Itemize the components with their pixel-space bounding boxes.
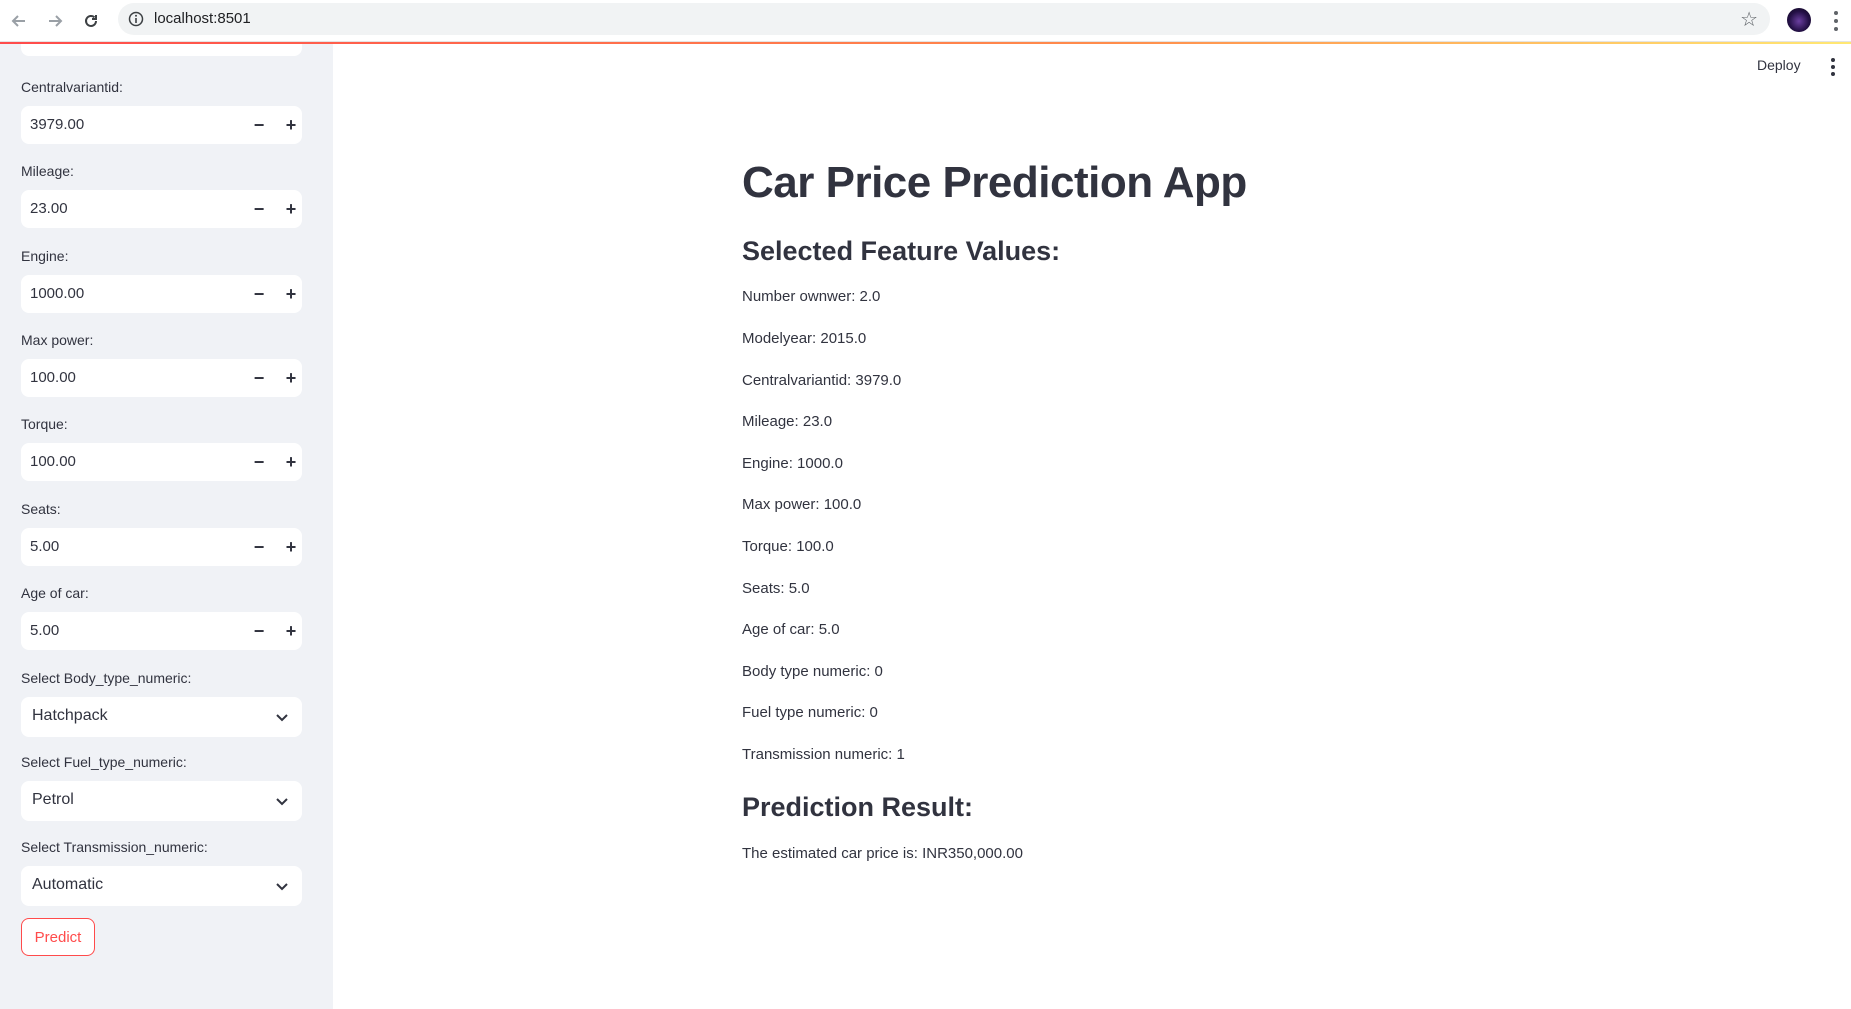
field-label: Select Fuel_type_numeric: [21, 754, 187, 770]
body-type-field: Select Body_type_numeric: Hatchpack [21, 667, 302, 737]
increment-button[interactable]: + [275, 190, 307, 228]
engine-field: Engine: 1000.00 − + [21, 245, 302, 313]
increment-button[interactable]: + [275, 106, 307, 144]
body-type-select[interactable]: Hatchpack [21, 697, 302, 737]
increment-button[interactable]: + [275, 443, 307, 481]
feature-value: Mileage: 23.0 [742, 413, 833, 430]
increment-button[interactable]: + [275, 275, 307, 313]
bookmark-star-icon[interactable]: ☆ [1740, 7, 1758, 32]
feature-value: Max power: 100.0 [742, 496, 862, 513]
input-value[interactable]: 5.00 [30, 622, 59, 639]
profile-avatar[interactable] [1787, 8, 1811, 32]
feature-value: Body type numeric: 0 [742, 663, 883, 680]
centralvariantid-field: Centralvariantid: 3979.00 − + [21, 76, 302, 144]
decrement-button[interactable]: − [243, 528, 275, 566]
forward-icon[interactable] [40, 6, 70, 36]
feature-value: Torque: 100.0 [742, 538, 834, 555]
torque-input[interactable]: 100.00 − + [21, 443, 302, 481]
browser-toolbar: localhost:8501 ☆ [0, 0, 1851, 42]
input-value[interactable]: 3979.00 [30, 116, 84, 133]
field-label: Select Body_type_numeric: [21, 670, 192, 686]
feature-value: Transmission numeric: 1 [742, 746, 905, 763]
age-of-car-input[interactable]: 5.00 − + [21, 612, 302, 650]
decrement-button[interactable]: − [243, 443, 275, 481]
main-menu-icon[interactable] [1828, 58, 1838, 76]
back-icon[interactable] [4, 6, 34, 36]
field-label: Mileage: [21, 163, 74, 179]
chevron-down-icon [276, 798, 288, 806]
deploy-button[interactable]: Deploy [1757, 57, 1801, 73]
reload-icon[interactable] [76, 6, 106, 36]
address-bar[interactable]: localhost:8501 ☆ [118, 3, 1770, 35]
feature-value: Fuel type numeric: 0 [742, 704, 878, 721]
input-value[interactable]: 23.00 [30, 200, 68, 217]
fuel-type-field: Select Fuel_type_numeric: Petrol [21, 751, 302, 821]
age-of-car-field: Age of car: 5.00 − + [21, 582, 302, 650]
max-power-field: Max power: 100.00 − + [21, 329, 302, 397]
decrement-button[interactable]: − [243, 106, 275, 144]
page-title: Car Price Prediction App [742, 158, 1247, 207]
feature-value: Number ownwer: 2.0 [742, 288, 881, 305]
chevron-down-icon [276, 714, 288, 722]
mileage-input[interactable]: 23.00 − + [21, 190, 302, 228]
input-value[interactable]: 1000.00 [30, 285, 84, 302]
field-label: Centralvariantid: [21, 79, 123, 95]
field-label: Seats: [21, 501, 61, 517]
select-value: Hatchpack [32, 707, 108, 724]
features-header: Selected Feature Values: [742, 236, 1061, 266]
field-label: Select Transmission_numeric: [21, 839, 208, 855]
select-value: Petrol [32, 791, 74, 808]
seats-field: Seats: 5.00 − + [21, 498, 302, 566]
increment-button[interactable]: + [275, 528, 307, 566]
decrement-button[interactable]: − [243, 275, 275, 313]
feature-value: Engine: 1000.0 [742, 455, 843, 472]
prediction-result-header: Prediction Result: [742, 792, 974, 822]
engine-input[interactable]: 1000.00 − + [21, 275, 302, 313]
field-label: Engine: [21, 248, 69, 264]
max-power-input[interactable]: 100.00 − + [21, 359, 302, 397]
input-value[interactable]: 100.00 [30, 453, 76, 470]
transmission-field: Select Transmission_numeric: Automatic [21, 836, 302, 906]
decrement-button[interactable]: − [243, 612, 275, 650]
site-info-icon[interactable] [126, 9, 146, 29]
input-value[interactable]: 100.00 [30, 369, 76, 386]
decrement-button[interactable]: − [243, 359, 275, 397]
feature-value: Seats: 5.0 [742, 580, 810, 597]
predict-button[interactable]: Predict [21, 918, 95, 956]
decrement-button[interactable]: − [243, 190, 275, 228]
mileage-field: Mileage: 23.00 − + [21, 160, 302, 228]
transmission-select[interactable]: Automatic [21, 866, 302, 906]
prediction-result-text: The estimated car price is: INR350,000.0… [742, 845, 1023, 862]
feature-value: Centralvariantid: 3979.0 [742, 372, 902, 389]
field-label: Age of car: [21, 585, 89, 601]
input-value[interactable]: 5.00 [30, 538, 59, 555]
fuel-type-select[interactable]: Petrol [21, 781, 302, 821]
increment-button[interactable]: + [275, 612, 307, 650]
feature-value: Modelyear: 2015.0 [742, 330, 867, 347]
chevron-down-icon [276, 883, 288, 891]
torque-field: Torque: 100.00 − + [21, 413, 302, 481]
url-text: localhost:8501 [154, 10, 251, 27]
browser-menu-icon[interactable] [1826, 8, 1846, 34]
sidebar: Centralvariantid: 3979.00 − + Mileage: 2… [0, 44, 333, 1009]
centralvariantid-input[interactable]: 3979.00 − + [21, 106, 302, 144]
feature-value: Age of car: 5.0 [742, 621, 840, 638]
field-label: Torque: [21, 416, 68, 432]
seats-input[interactable]: 5.00 − + [21, 528, 302, 566]
select-value: Automatic [32, 876, 104, 893]
previous-input-box[interactable] [21, 44, 302, 56]
field-label: Max power: [21, 332, 94, 348]
increment-button[interactable]: + [275, 359, 307, 397]
